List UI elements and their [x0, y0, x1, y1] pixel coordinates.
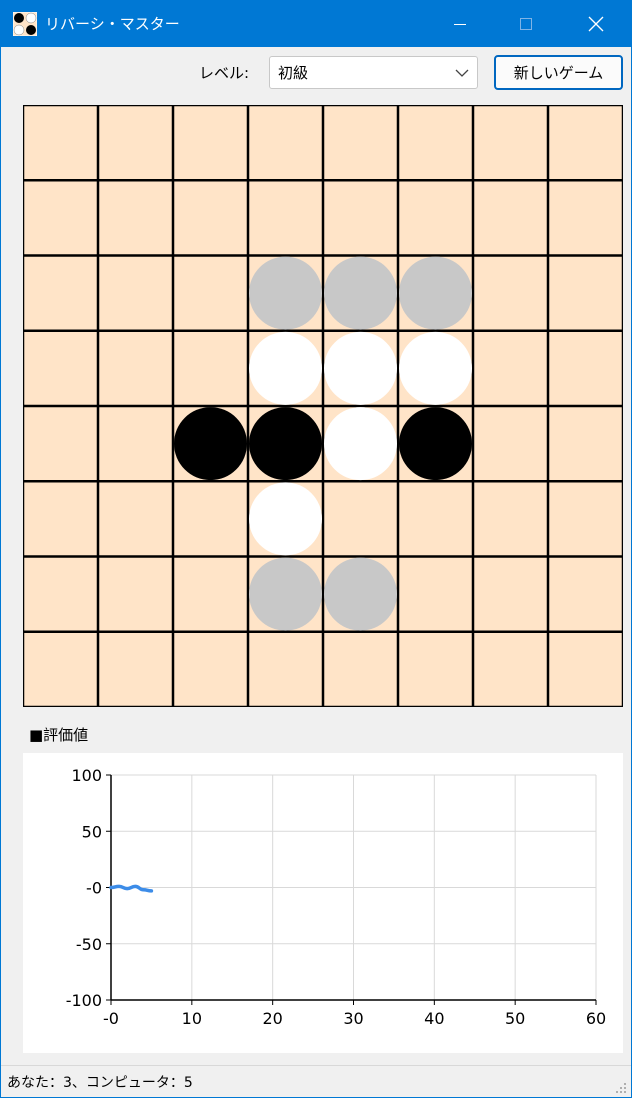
y-tick-label: -50 — [76, 935, 102, 954]
white-disc — [324, 407, 397, 481]
close-button[interactable] — [561, 1, 631, 47]
board-cell[interactable] — [548, 256, 623, 331]
white-disc — [324, 331, 397, 405]
y-tick-label: -100 — [66, 991, 102, 1010]
close-icon — [588, 16, 604, 32]
board-cell[interactable] — [248, 632, 323, 707]
white-disc — [249, 482, 322, 556]
evaluation-label: ■評価値 — [29, 726, 89, 744]
board-cell[interactable] — [173, 481, 248, 556]
board-cell[interactable] — [398, 105, 473, 180]
evaluation-chart: -0 10 20 30 40 50 60 100 50 -0 -50 -100 — [66, 766, 606, 1028]
evaluation-chart-panel: -0 10 20 30 40 50 60 100 50 -0 -50 -100 — [23, 753, 623, 1053]
board-cell[interactable] — [23, 331, 98, 406]
board-cell[interactable] — [98, 406, 173, 481]
x-tick-label: 50 — [505, 1009, 525, 1028]
white-disc — [399, 331, 472, 405]
app-window: リバーシ・マスター レベル: 初級 新しいゲーム ■評価値 -0 10 20 30 40… — [0, 0, 632, 1098]
score-status: あなた：3、コンピュータ：5 — [7, 1075, 193, 1091]
board-cell[interactable] — [548, 557, 623, 632]
window-title: リバーシ・マスター — [45, 15, 180, 33]
board-cell[interactable] — [548, 406, 623, 481]
board-cell[interactable] — [23, 481, 98, 556]
board-cell[interactable] — [473, 632, 548, 707]
status-bar: あなた：3、コンピュータ：5 — [1, 1065, 631, 1097]
board-cell[interactable] — [23, 180, 98, 255]
minimize-button[interactable] — [425, 1, 495, 47]
board-cell[interactable] — [323, 105, 398, 180]
board-cell[interactable] — [248, 180, 323, 255]
board-cell[interactable] — [473, 557, 548, 632]
board-cell[interactable] — [173, 180, 248, 255]
title-bar[interactable]: リバーシ・マスター — [1, 1, 631, 47]
board-cell[interactable] — [473, 256, 548, 331]
board-cell[interactable] — [473, 406, 548, 481]
board-cell[interactable] — [323, 180, 398, 255]
reversi-app-icon — [13, 12, 37, 36]
level-dropdown[interactable]: 初級 — [269, 56, 478, 89]
black-disc — [249, 407, 322, 481]
valid-move-hint[interactable] — [324, 256, 397, 330]
board-cell[interactable] — [173, 105, 248, 180]
new-game-button[interactable]: 新しいゲーム — [494, 55, 623, 90]
valid-move-hint[interactable] — [249, 256, 322, 330]
white-disc — [249, 331, 322, 405]
board-cell[interactable] — [548, 105, 623, 180]
board-cell[interactable] — [98, 256, 173, 331]
board-cell[interactable] — [173, 256, 248, 331]
x-tick-label: 10 — [182, 1009, 202, 1028]
y-tick-label: 100 — [71, 766, 102, 785]
x-tick-label: 60 — [586, 1009, 606, 1028]
board-cell[interactable] — [398, 557, 473, 632]
board-cell[interactable] — [173, 331, 248, 406]
black-disc — [399, 407, 472, 481]
board-cell[interactable] — [173, 557, 248, 632]
valid-move-hint[interactable] — [249, 557, 322, 631]
maximize-button[interactable] — [491, 1, 561, 47]
board-cell[interactable] — [23, 406, 98, 481]
board-cell[interactable] — [323, 632, 398, 707]
board-cell[interactable] — [398, 481, 473, 556]
minimize-icon — [454, 24, 466, 25]
board-cell[interactable] — [98, 331, 173, 406]
x-tick-label: 30 — [343, 1009, 363, 1028]
valid-move-hint[interactable] — [399, 256, 472, 330]
board-cell[interactable] — [548, 632, 623, 707]
y-tick-label: -0 — [86, 879, 102, 898]
board-cell[interactable] — [473, 331, 548, 406]
chevron-down-icon — [455, 69, 469, 77]
board-cell[interactable] — [23, 557, 98, 632]
board-cell[interactable] — [98, 105, 173, 180]
board-cell[interactable] — [473, 481, 548, 556]
board-cell[interactable] — [473, 105, 548, 180]
reversi-board[interactable] — [23, 105, 623, 707]
x-tick-label: 20 — [262, 1009, 282, 1028]
board-cell[interactable] — [248, 105, 323, 180]
maximize-icon — [520, 18, 532, 30]
level-selected-value: 初級 — [278, 64, 309, 82]
level-label: レベル: — [199, 64, 250, 82]
board-cell[interactable] — [23, 105, 98, 180]
board-cell[interactable] — [548, 481, 623, 556]
board-cell[interactable] — [98, 481, 173, 556]
x-tick-label: -0 — [103, 1009, 119, 1028]
board-cell[interactable] — [23, 632, 98, 707]
resize-grip-icon[interactable] — [613, 1080, 627, 1094]
board-cell[interactable] — [398, 180, 473, 255]
board-cell[interactable] — [98, 180, 173, 255]
board-cell[interactable] — [323, 481, 398, 556]
board-cell[interactable] — [398, 632, 473, 707]
board-cell[interactable] — [548, 180, 623, 255]
board-cell[interactable] — [473, 180, 548, 255]
board-cell[interactable] — [98, 632, 173, 707]
black-disc — [174, 407, 247, 481]
valid-move-hint[interactable] — [324, 557, 397, 631]
y-tick-label: 50 — [82, 822, 102, 841]
board-cell[interactable] — [98, 557, 173, 632]
x-tick-label: 40 — [424, 1009, 444, 1028]
board-cell[interactable] — [173, 632, 248, 707]
board-cell[interactable] — [23, 256, 98, 331]
board-cell[interactable] — [548, 331, 623, 406]
